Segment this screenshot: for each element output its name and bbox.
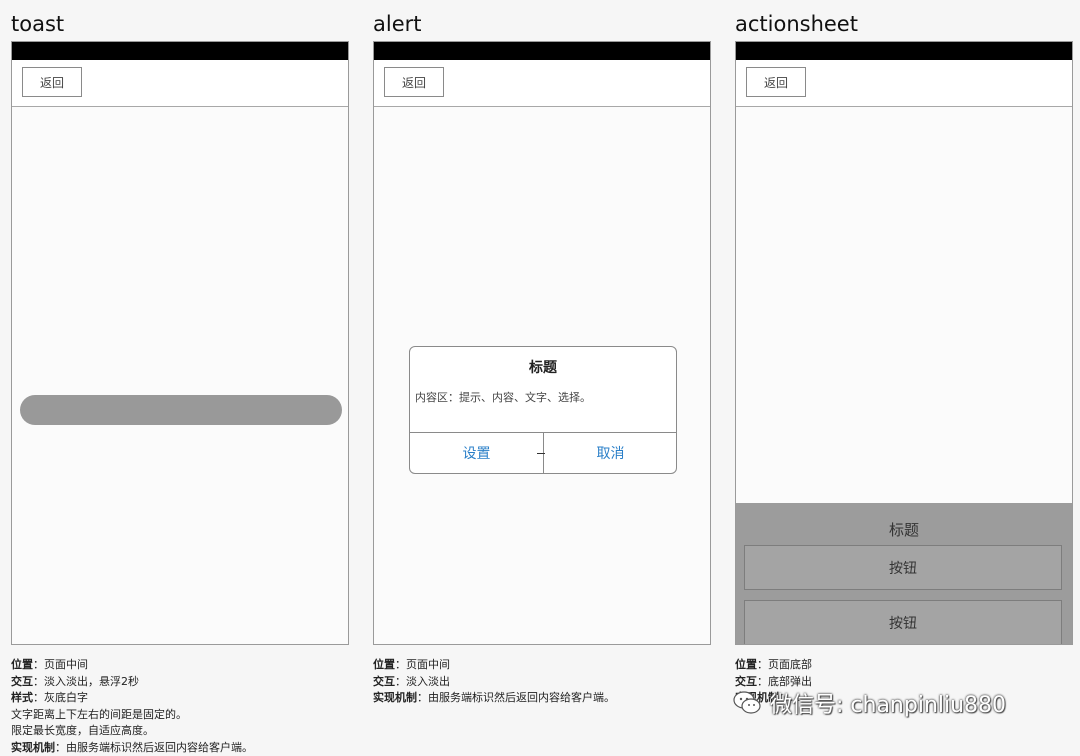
watermark-text: 微信号: chanpinliu880: [770, 687, 1006, 719]
back-button[interactable]: 返回: [746, 67, 806, 97]
phone-frame-toast: 返回: [11, 41, 349, 645]
notes-alert: 位置：页面中间 交互：淡入淡出 实现机制：由服务端标识然后返回内容给客户端。: [373, 657, 615, 707]
page-content: 标题 内容区：提示、内容、文字、选择。 设置 取消: [374, 107, 710, 644]
alert-cancel-button[interactable]: 取消: [544, 433, 677, 473]
toast-message: [20, 395, 342, 425]
nav-bar: 返回: [736, 60, 1072, 107]
note-line: 限定最长宽度，自适应高度。: [11, 723, 253, 740]
panel-alert: alert 返回 标题 内容区：提示、内容、文字、选择。 设置 取消 位置：页面…: [373, 0, 715, 755]
notes-toast: 位置：页面中间 交互：淡入淡出，悬浮2秒 样式：灰底白字 文字距离上下左右的间距…: [11, 657, 253, 756]
page-content: [12, 107, 348, 644]
note-line: 实现机制：由服务端标识然后返回内容给客户端。: [11, 740, 253, 756]
phone-frame-alert: 返回 标题 内容区：提示、内容、文字、选择。 设置 取消: [373, 41, 711, 645]
panel-title-actionsheet: actionsheet: [735, 10, 858, 38]
nav-bar: 返回: [374, 60, 710, 107]
panel-title-alert: alert: [373, 10, 422, 38]
alert-title: 标题: [410, 357, 676, 377]
note-line: 交互：淡入淡出，悬浮2秒: [11, 674, 253, 691]
phone-frame-actionsheet: 返回 标题 按钮 按钮 取消: [735, 41, 1073, 645]
alert-dialog: 标题 内容区：提示、内容、文字、选择。 设置 取消: [409, 346, 677, 474]
page-content: 标题 按钮 按钮 取消: [736, 107, 1072, 644]
back-button[interactable]: 返回: [384, 67, 444, 97]
alert-body: 内容区：提示、内容、文字、选择。: [415, 389, 591, 405]
note-line: 位置：页面底部: [735, 657, 812, 674]
action-sheet-button[interactable]: 按钮: [744, 545, 1062, 590]
action-sheet: 标题 按钮 按钮 取消: [736, 503, 1072, 644]
action-sheet-title: 标题: [736, 519, 1072, 540]
note-line: 位置：页面中间: [373, 657, 615, 674]
action-sheet-button[interactable]: 按钮: [744, 600, 1062, 645]
wechat-icon: [732, 690, 762, 716]
panel-actionsheet: actionsheet 返回 标题 按钮 按钮 取消 位置：页面底部 交互：底部…: [735, 0, 1077, 755]
note-line: 交互：淡入淡出: [373, 674, 615, 691]
note-line: 文字距离上下左右的间距是固定的。: [11, 707, 253, 724]
status-bar: [736, 42, 1072, 60]
status-bar: [12, 42, 348, 60]
back-button[interactable]: 返回: [22, 67, 82, 97]
nav-bar: 返回: [12, 60, 348, 107]
panel-title-toast: toast: [11, 10, 64, 38]
wechat-watermark: 微信号: chanpinliu880: [732, 688, 1006, 718]
alert-confirm-button[interactable]: 设置: [410, 433, 543, 473]
note-line: 样式：灰底白字: [11, 690, 253, 707]
note-line: 位置：页面中间: [11, 657, 253, 674]
note-line: 实现机制：由服务端标识然后返回内容给客户端。: [373, 690, 615, 707]
status-bar: [374, 42, 710, 60]
panel-toast: toast 返回 位置：页面中间 交互：淡入淡出，悬浮2秒 样式：灰底白字 文字…: [11, 0, 353, 755]
